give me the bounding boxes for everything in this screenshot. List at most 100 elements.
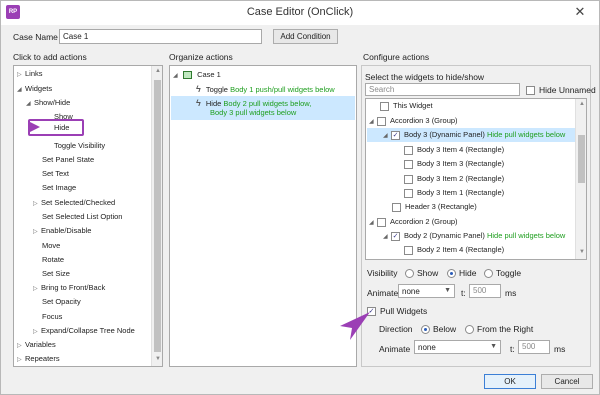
radio-icon[interactable]: [465, 325, 474, 335]
tree-item-show-hide[interactable]: ◢ Show/Hide: [26, 97, 70, 109]
pointer-arrow-icon: [28, 121, 40, 133]
widget-body-3[interactable]: ◢ ✓ Body 3 (Dynamic Panel) Hide pull widge…: [383, 129, 565, 141]
expand-icon[interactable]: ▷: [17, 354, 25, 366]
tree-item-bring-to-front-back[interactable]: ▷ Bring to Front/Back: [33, 282, 105, 294]
checkbox-icon[interactable]: ✓: [391, 130, 400, 140]
left-scrollbar[interactable]: ▲ ▼: [151, 66, 162, 366]
animate-label: Animate: [367, 288, 399, 298]
expand-icon[interactable]: ▷: [33, 198, 41, 210]
scroll-thumb[interactable]: [154, 80, 161, 352]
collapse-icon[interactable]: ◢: [369, 217, 377, 229]
tree-item-rotate[interactable]: Rotate: [42, 254, 64, 266]
tree-item-set-image[interactable]: Set Image: [42, 182, 76, 194]
widget-header-3[interactable]: Header 3 (Rectangle): [392, 201, 477, 213]
scroll-up-icon[interactable]: ▲: [579, 101, 585, 107]
tree-item-links[interactable]: ▷ Links: [17, 68, 43, 80]
widget-body-2-item-4[interactable]: Body 2 Item 4 (Rectangle): [404, 244, 504, 256]
expand-icon[interactable]: ▷: [33, 283, 41, 295]
hide-unnamed-checkbox[interactable]: Hide Unnamed: [526, 85, 596, 96]
collapse-icon[interactable]: ◢: [369, 116, 377, 128]
duration-input-2[interactable]: 500: [518, 340, 550, 354]
lightning-icon: ϟ: [196, 98, 201, 108]
pointer-arrow-icon: [340, 312, 370, 340]
widget-body-2[interactable]: ◢ ✓ Body 2 (Dynamic Panel) Hide pull widge…: [383, 230, 565, 242]
ok-button[interactable]: OK: [484, 374, 536, 389]
widget-this-widget[interactable]: This Widget: [380, 100, 433, 112]
pull-widgets-checkbox[interactable]: ✓ Pull Widgets: [367, 306, 427, 317]
add-condition-button[interactable]: Add Condition: [273, 29, 338, 44]
chevron-down-icon: ▼: [490, 343, 497, 350]
close-icon[interactable]: ✕: [571, 4, 589, 20]
tree-item-expand-collapse-tree-node[interactable]: ▷ Expand/Collapse Tree Node: [33, 325, 135, 337]
tree-item-repeaters[interactable]: ▷ Repeaters: [17, 353, 60, 365]
tree-item-move[interactable]: Move: [42, 240, 60, 252]
visibility-toggle-radio[interactable]: Toggle: [484, 268, 521, 279]
animate-select-2[interactable]: none ▼: [414, 340, 501, 354]
collapse-icon[interactable]: ◢: [26, 98, 34, 110]
tree-item-enable-disable[interactable]: ▷ Enable/Disable: [33, 225, 91, 237]
scroll-down-icon[interactable]: ▼: [155, 356, 161, 362]
checkbox-icon[interactable]: ✓: [391, 231, 400, 241]
widget-body-3-item-2[interactable]: Body 3 Item 2 (Rectangle): [404, 173, 504, 185]
tree-item-set-selected-list-option[interactable]: Set Selected List Option: [42, 211, 122, 223]
tree-item-variables[interactable]: ▷ Variables: [17, 339, 56, 351]
tree-item-focus[interactable]: Focus: [42, 311, 62, 323]
scroll-up-icon[interactable]: ▲: [155, 68, 161, 74]
search-input[interactable]: Search: [365, 83, 520, 96]
checkbox-icon[interactable]: [404, 145, 413, 155]
checkbox-icon[interactable]: [404, 159, 413, 169]
collapse-icon[interactable]: ◢: [17, 84, 25, 96]
direction-below-radio[interactable]: Below: [421, 324, 456, 335]
widget-list-scrollbar[interactable]: ▲ ▼: [575, 99, 586, 259]
duration-unit: ms: [505, 288, 517, 298]
expand-icon[interactable]: ▷: [33, 326, 41, 338]
tree-item-set-text[interactable]: Set Text: [42, 168, 69, 180]
scroll-thumb[interactable]: [578, 135, 585, 183]
expand-icon[interactable]: ▷: [17, 69, 25, 81]
checkbox-icon[interactable]: [380, 101, 389, 111]
case-name-input[interactable]: Case 1: [59, 29, 262, 44]
widget-accordion-2[interactable]: ◢ Accordion 2 (Group): [369, 216, 458, 228]
case-node[interactable]: ◢ Case 1: [173, 69, 221, 81]
radio-selected-icon[interactable]: [447, 269, 456, 279]
expand-icon[interactable]: ▷: [33, 226, 41, 238]
radio-selected-icon[interactable]: [421, 325, 430, 335]
expand-icon[interactable]: ▷: [17, 340, 25, 352]
animate-select[interactable]: none ▼: [398, 284, 455, 298]
widget-body-3-item-1[interactable]: Body 3 Item 1 (Rectangle): [404, 187, 504, 199]
action-hide-detail: Body 3 pull widgets below: [210, 108, 297, 117]
chevron-down-icon: ▼: [444, 287, 451, 294]
lightning-icon: ϟ: [196, 84, 201, 94]
tree-item-set-opacity[interactable]: Set Opacity: [42, 296, 81, 308]
widget-body-3-item-4[interactable]: Body 3 Item 4 (Rectangle): [404, 144, 504, 156]
tree-item-widgets[interactable]: ◢ Widgets: [17, 83, 52, 95]
checkbox-icon[interactable]: [392, 202, 401, 212]
action-toggle[interactable]: ϟ Toggle Body 1 push/pull widgets below: [196, 83, 335, 95]
widget-accordion-3[interactable]: ◢ Accordion 3 (Group): [369, 115, 458, 127]
checkbox-icon[interactable]: [526, 86, 535, 96]
checkbox-icon[interactable]: [404, 174, 413, 184]
tree-item-set-panel-state[interactable]: Set Panel State: [42, 154, 94, 166]
visibility-show-radio[interactable]: Show: [405, 268, 438, 279]
collapse-icon[interactable]: ◢: [383, 231, 391, 243]
cancel-button[interactable]: Cancel: [541, 374, 593, 389]
direction-right-radio[interactable]: From the Right: [465, 324, 533, 335]
duration-input[interactable]: 500: [469, 284, 501, 298]
case-name-label: Case Name: [13, 32, 58, 42]
case-editor-window: RP Case Editor (OnClick) ✕ Case Name Cas…: [0, 0, 600, 395]
scroll-down-icon[interactable]: ▼: [579, 249, 585, 255]
radio-icon[interactable]: [484, 269, 493, 279]
tree-item-set-selected-checked[interactable]: ▷ Set Selected/Checked: [33, 197, 115, 209]
visibility-hide-radio[interactable]: Hide: [447, 268, 476, 279]
tree-item-set-size[interactable]: Set Size: [42, 268, 70, 280]
widget-body-3-item-3[interactable]: Body 3 Item 3 (Rectangle): [404, 158, 504, 170]
checkbox-icon[interactable]: [377, 217, 386, 227]
tree-item-toggle-visibility[interactable]: Toggle Visibility: [54, 140, 105, 152]
checkbox-icon[interactable]: [377, 116, 386, 126]
collapse-icon[interactable]: ◢: [173, 70, 181, 82]
radio-icon[interactable]: [405, 269, 414, 279]
checkbox-icon[interactable]: [404, 188, 413, 198]
collapse-icon[interactable]: ◢: [383, 130, 391, 142]
tree-item-hide[interactable]: Hide: [54, 122, 69, 134]
checkbox-icon[interactable]: [404, 245, 413, 255]
